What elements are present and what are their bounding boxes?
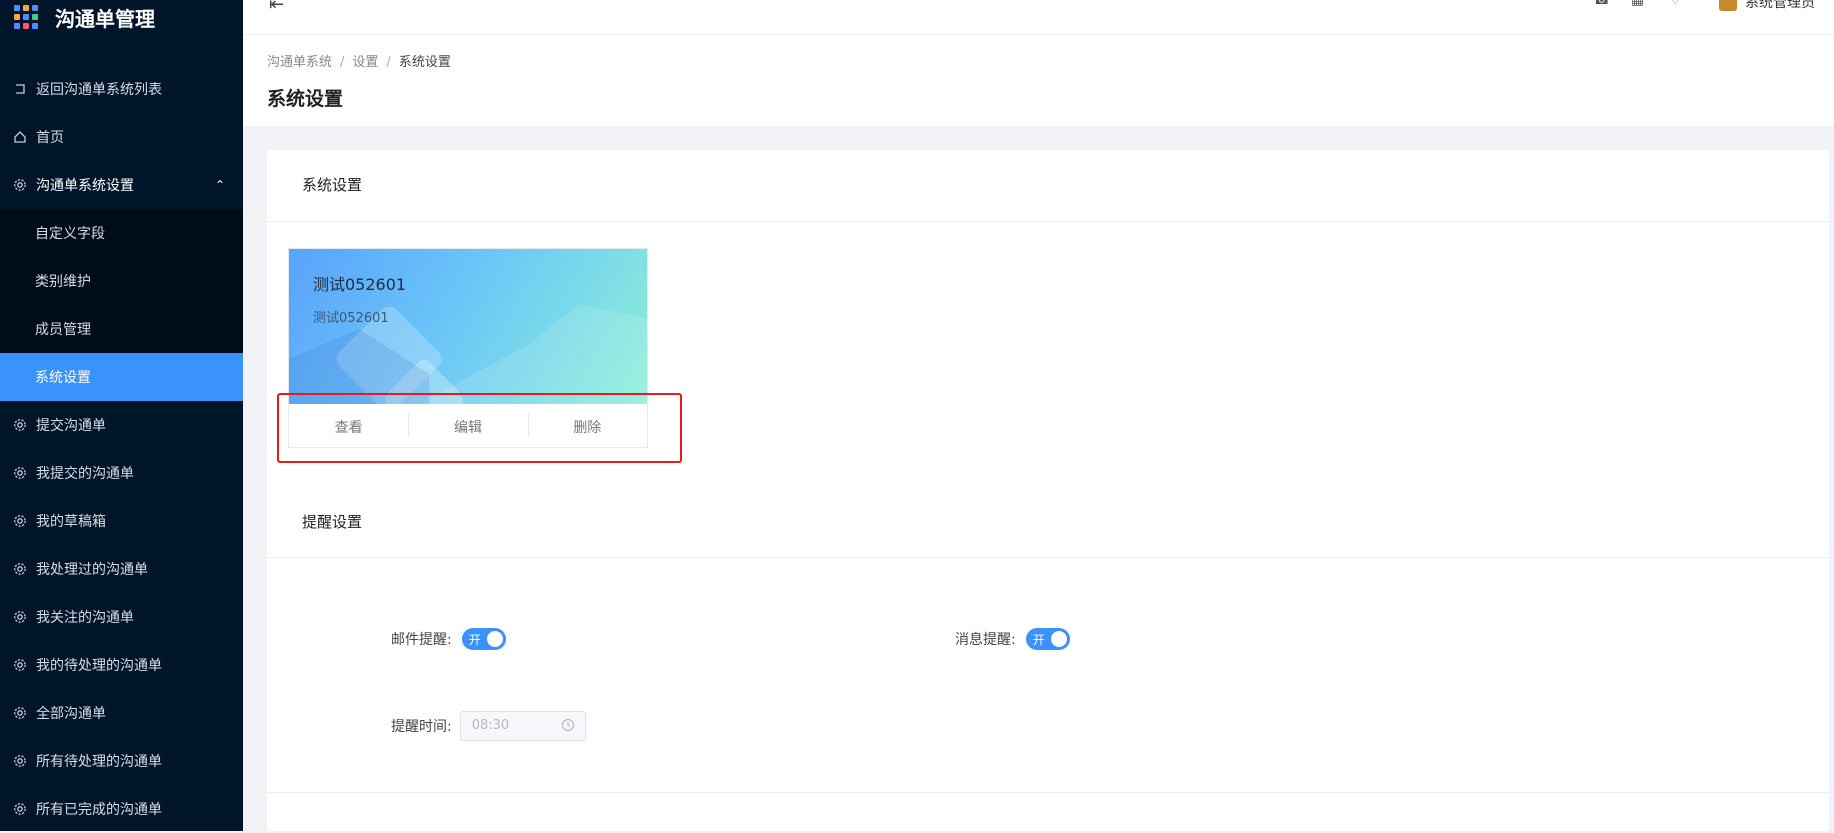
sidebar-item-label: 我的草稿箱 bbox=[36, 514, 106, 530]
card-cover: 测试052601 测试052601 bbox=[289, 249, 647, 404]
grid-icon[interactable]: ▦ bbox=[1631, 0, 1644, 8]
reminder-time-value: 08:30 bbox=[471, 718, 510, 733]
chevron-up-icon: ⌃ bbox=[214, 178, 225, 192]
reminder-time-label: 提醒时间: bbox=[391, 719, 452, 735]
sidebar-item-label: 成员管理 bbox=[35, 322, 91, 338]
view-button[interactable]: 查看 bbox=[289, 417, 408, 437]
sidebar-item-label: 我提交的沟通单 bbox=[36, 466, 134, 482]
reminder-time-setting: 提醒时间: 08:30 bbox=[391, 711, 586, 741]
back-icon bbox=[12, 81, 28, 97]
section-title-reminder: 提醒设置 bbox=[267, 487, 1829, 558]
breadcrumb-item[interactable]: 设置 bbox=[352, 55, 378, 70]
brand: 沟通单管理 bbox=[0, 0, 243, 50]
card-actions: 查看 编辑 删除 bbox=[289, 404, 647, 449]
bell-icon[interactable]: ♢ bbox=[1669, 0, 1682, 8]
message-reminder-switch[interactable]: 开 bbox=[1025, 628, 1070, 650]
switch-text: 开 bbox=[468, 633, 481, 647]
email-reminder-label: 邮件提醒: bbox=[391, 632, 452, 648]
sidebar-item-home[interactable]: 首页 bbox=[0, 113, 243, 161]
clock-icon bbox=[561, 718, 575, 736]
sidebar-item-label: 所有已完成的沟通单 bbox=[36, 802, 162, 818]
apps-grid-icon[interactable] bbox=[14, 5, 38, 29]
sidebar-item-label: 我的待处理的沟通单 bbox=[36, 658, 162, 674]
page-title: 系统设置 bbox=[267, 88, 344, 110]
sidebar-item[interactable]: 所有已完成的沟通单 bbox=[0, 785, 243, 833]
sidebar-item[interactable]: 我处理过的沟通单 bbox=[0, 545, 243, 593]
sidebar-item-category[interactable]: 类别维护 bbox=[0, 257, 243, 305]
gear-icon bbox=[12, 705, 28, 721]
email-reminder-setting: 邮件提醒: 开 bbox=[391, 628, 506, 650]
phone-icon[interactable]: ☎ bbox=[1593, 0, 1610, 8]
sidebar-item-label: 我处理过的沟通单 bbox=[36, 562, 148, 578]
sidebar-item-members[interactable]: 成员管理 bbox=[0, 305, 243, 353]
email-reminder-switch[interactable]: 开 bbox=[461, 628, 506, 650]
sidebar-item[interactable]: 提交沟通单 bbox=[0, 401, 243, 449]
sidebar-item-label: 沟通单系统设置 bbox=[36, 178, 134, 194]
sidebar-item-label: 返回沟通单系统列表 bbox=[36, 82, 162, 98]
submenu: 自定义字段 类别维护 成员管理 系统设置 bbox=[0, 209, 243, 401]
sidebar-item[interactable]: 我的待处理的沟通单 bbox=[0, 641, 243, 689]
sidebar-item[interactable]: 我关注的沟通单 bbox=[0, 593, 243, 641]
switch-text: 开 bbox=[1032, 633, 1045, 647]
message-reminder-label: 消息提醒: bbox=[955, 632, 1016, 648]
sidebar-item-label: 类别维护 bbox=[35, 274, 91, 290]
menu-fold-icon[interactable]: ⇤ bbox=[269, 0, 284, 15]
sidebar-item[interactable]: 我提交的沟通单 bbox=[0, 449, 243, 497]
gear-icon bbox=[12, 513, 28, 529]
section-title-system: 系统设置 bbox=[267, 150, 1829, 222]
sidebar-item[interactable]: 我的草稿箱 bbox=[0, 497, 243, 545]
gear-icon bbox=[12, 801, 28, 817]
sidebar-item-label: 所有待处理的沟通单 bbox=[36, 754, 162, 770]
switch-knob bbox=[486, 631, 503, 647]
sidebar-item-label: 提交沟通单 bbox=[36, 418, 106, 434]
sidebar: 沟通单管理 返回沟通单系统列表 首页 沟通单系统设置 ⌃ 自定义字段 类别维护 … bbox=[0, 0, 243, 831]
user-menu[interactable]: 系统管理员 bbox=[1719, 0, 1815, 12]
switch-knob bbox=[1050, 631, 1067, 647]
gear-icon bbox=[12, 465, 28, 481]
brand-title: 沟通单管理 bbox=[55, 6, 155, 31]
user-name: 系统管理员 bbox=[1745, 0, 1815, 11]
gear-icon bbox=[12, 657, 28, 673]
main-panel: 系统设置 测试052601 测试052601 查看 编辑 删除 提醒设置 邮件提… bbox=[267, 150, 1829, 831]
reminder-time-input[interactable]: 08:30 bbox=[459, 711, 586, 741]
sidebar-item-label: 系统设置 bbox=[35, 370, 91, 386]
delete-button[interactable]: 删除 bbox=[527, 412, 647, 437]
sidebar-item-label: 首页 bbox=[36, 130, 64, 146]
home-icon bbox=[12, 129, 28, 145]
gear-icon bbox=[12, 177, 28, 193]
card-name: 测试052601 bbox=[313, 275, 407, 294]
sidebar-item-label: 全部沟通单 bbox=[36, 706, 106, 722]
topbar: ⇤ ☎ ▦ ♢ 系统管理员 bbox=[243, 0, 1834, 35]
breadcrumb-item[interactable]: 沟通单系统 bbox=[267, 55, 332, 70]
card-description: 测试052601 bbox=[313, 311, 389, 326]
gear-icon bbox=[12, 753, 28, 769]
breadcrumb-current: 系统设置 bbox=[398, 55, 451, 70]
divider bbox=[267, 792, 1829, 793]
message-reminder-setting: 消息提醒: 开 bbox=[955, 628, 1070, 650]
sidebar-item-label: 自定义字段 bbox=[35, 226, 105, 242]
sidebar-item-label: 我关注的沟通单 bbox=[36, 610, 134, 626]
sidebar-item-back[interactable]: 返回沟通单系统列表 bbox=[0, 65, 243, 113]
edit-button[interactable]: 编辑 bbox=[408, 412, 527, 437]
sidebar-item-system-settings[interactable]: 沟通单系统设置 ⌃ bbox=[0, 161, 243, 209]
system-card: 测试052601 测试052601 查看 编辑 删除 bbox=[288, 248, 648, 448]
sidebar-item[interactable]: 所有待处理的沟通单 bbox=[0, 737, 243, 785]
sidebar-item[interactable]: 全部沟通单 bbox=[0, 689, 243, 737]
avatar bbox=[1719, 0, 1737, 11]
gear-icon bbox=[12, 609, 28, 625]
gear-icon bbox=[12, 561, 28, 577]
sidebar-item-system-config[interactable]: 系统设置 bbox=[0, 353, 243, 401]
page-header: 沟通单系统 / 设置 / 系统设置 系统设置 bbox=[243, 35, 1834, 126]
gear-icon bbox=[12, 417, 28, 433]
breadcrumb: 沟通单系统 / 设置 / 系统设置 bbox=[267, 55, 451, 70]
sidebar-item-custom-fields[interactable]: 自定义字段 bbox=[0, 209, 243, 257]
